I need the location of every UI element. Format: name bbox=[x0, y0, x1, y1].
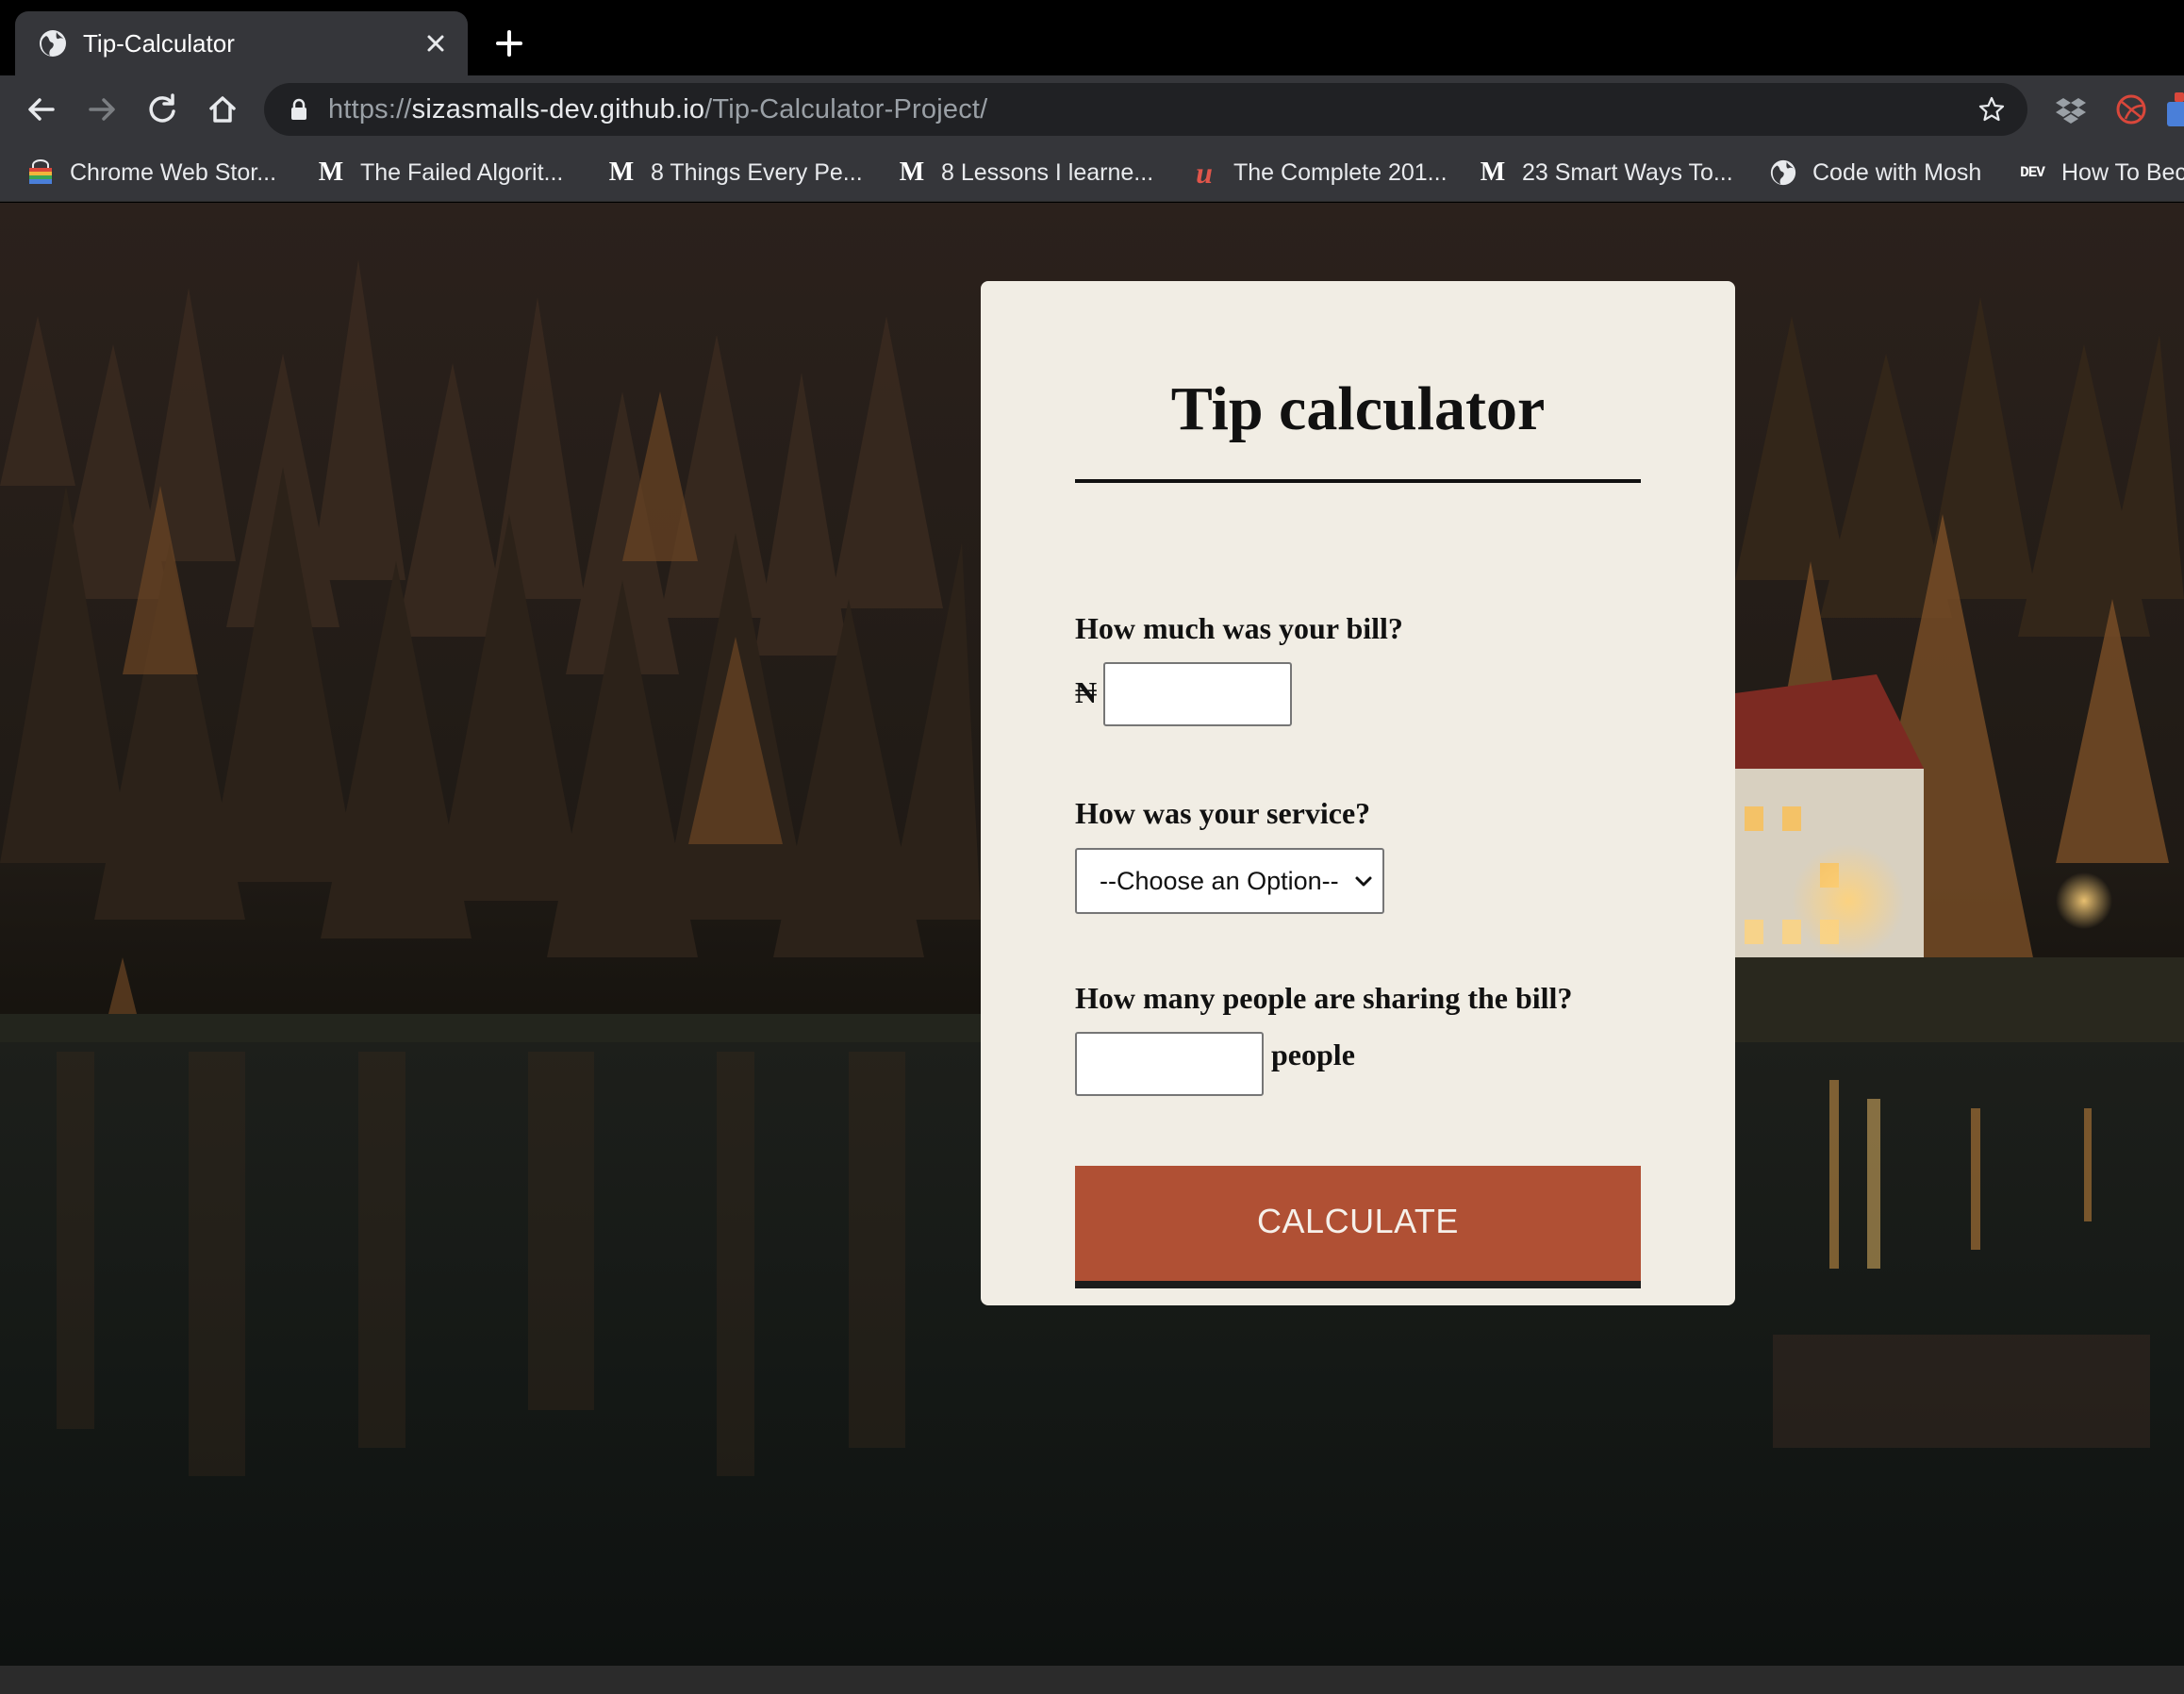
tip-calculator-card: Tip calculator How much was your bill? ₦… bbox=[981, 281, 1735, 1305]
medium-icon: M bbox=[608, 158, 635, 187]
bookmark-item[interactable]: Chrome Web Stor... bbox=[26, 151, 276, 194]
bookmark-label: 8 Lessons I learne... bbox=[941, 158, 1154, 186]
calculate-button[interactable]: CALCULATE bbox=[1075, 1166, 1641, 1288]
browser-tab[interactable]: Tip-Calculator bbox=[15, 11, 468, 75]
bookmark-label: Code with Mosh bbox=[1812, 158, 1982, 186]
bookmark-item[interactable]: M 8 Lessons I learne... bbox=[898, 151, 1153, 194]
bookmarks-bar: Chrome Web Stor... M The Failed Algorit.… bbox=[0, 143, 2184, 202]
chrome-web-store-icon bbox=[26, 158, 55, 187]
bookmark-item[interactable]: Code with Mosh bbox=[1769, 151, 1981, 194]
bottom-strip bbox=[0, 1666, 2184, 1694]
bookmark-item[interactable]: u The Complete 201... bbox=[1190, 151, 1448, 194]
bookmark-item[interactable]: DEV How To Bec bbox=[2018, 151, 2184, 194]
new-tab-icon[interactable] bbox=[487, 21, 532, 66]
reload-icon[interactable] bbox=[140, 87, 185, 132]
calculate-button-label: CALCULATE bbox=[1257, 1202, 1459, 1240]
url-scheme: https:// bbox=[328, 94, 412, 125]
medium-icon: M bbox=[1480, 158, 1506, 187]
extension-badge-icon[interactable] bbox=[2165, 91, 2184, 128]
bookmark-label: 23 Smart Ways To... bbox=[1522, 158, 1733, 186]
tab-title: Tip-Calculator bbox=[83, 29, 235, 58]
address-bar[interactable]: https://sizasmalls-dev.github.io/Tip-Cal… bbox=[264, 83, 2027, 136]
lock-icon[interactable] bbox=[289, 98, 309, 121]
url-path: /Tip-Calculator-Project/ bbox=[704, 94, 988, 125]
medium-icon: M bbox=[318, 158, 344, 187]
home-icon[interactable] bbox=[200, 87, 245, 132]
bookmark-label: 8 Things Every Pe... bbox=[651, 158, 863, 186]
bookmark-label: The Failed Algorit... bbox=[360, 158, 564, 186]
dropbox-extension-icon[interactable] bbox=[2052, 91, 2090, 128]
bookmark-item[interactable]: M The Failed Algorit... bbox=[317, 151, 564, 194]
globe-icon bbox=[1769, 158, 1797, 187]
service-question-label: How was your service? bbox=[1075, 796, 1371, 830]
service-select[interactable]: --Choose an Option-- bbox=[1075, 848, 1384, 914]
browser-tab-strip: Tip-Calculator bbox=[0, 0, 2184, 75]
browser-toolbar: https://sizasmalls-dev.github.io/Tip-Cal… bbox=[0, 75, 2184, 143]
people-question-label: How many people are sharing the bill? bbox=[1075, 981, 1573, 1015]
url-host: sizasmalls-dev.github.io bbox=[411, 94, 705, 125]
page-viewport: Tip calculator How much was your bill? ₦… bbox=[0, 203, 2184, 1666]
page-title: Tip calculator bbox=[1170, 374, 1546, 443]
currency-symbol: ₦ bbox=[1075, 675, 1098, 709]
bill-question-label: How much was your bill? bbox=[1075, 611, 1403, 645]
chevron-down-icon bbox=[1355, 876, 1372, 887]
service-selected-option: --Choose an Option-- bbox=[1100, 867, 1339, 895]
back-arrow-icon[interactable] bbox=[19, 87, 64, 132]
forward-arrow-icon[interactable] bbox=[79, 87, 124, 132]
url-text[interactable]: https://sizasmalls-dev.github.io/Tip-Cal… bbox=[328, 83, 987, 136]
bookmark-label: How To Bec bbox=[2061, 158, 2184, 186]
bookmark-label: The Complete 201... bbox=[1233, 158, 1448, 186]
globe-icon bbox=[40, 30, 66, 57]
bill-amount-input[interactable] bbox=[1103, 662, 1292, 726]
close-icon[interactable] bbox=[417, 25, 455, 62]
extension-icon[interactable] bbox=[2112, 91, 2150, 128]
bookmark-label: Chrome Web Stor... bbox=[70, 158, 277, 186]
people-count-input[interactable] bbox=[1075, 1032, 1264, 1096]
title-divider bbox=[1075, 479, 1641, 483]
dev-icon: DEV bbox=[2020, 164, 2045, 181]
medium-icon: M bbox=[899, 158, 925, 187]
bookmark-star-icon[interactable] bbox=[1977, 94, 2007, 125]
bookmark-item[interactable]: M 23 Smart Ways To... bbox=[1479, 151, 1733, 194]
people-suffix-label: people bbox=[1271, 1038, 1355, 1071]
udemy-icon: u bbox=[1196, 155, 1213, 190]
bookmark-item[interactable]: M 8 Things Every Pe... bbox=[607, 151, 863, 194]
